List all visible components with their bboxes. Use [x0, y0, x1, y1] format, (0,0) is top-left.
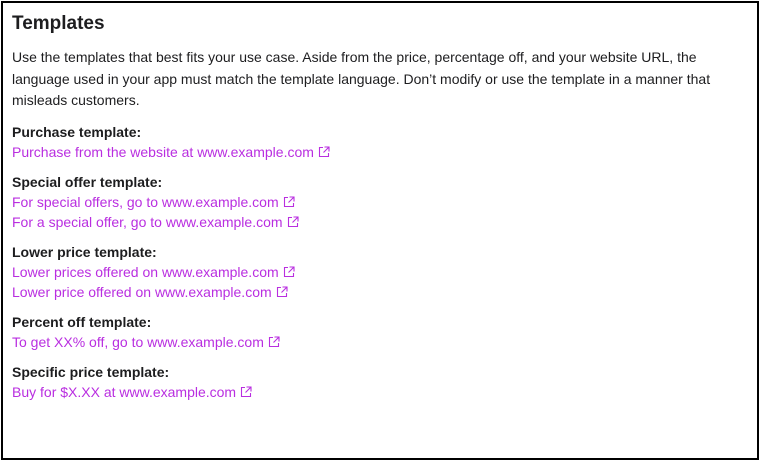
template-group-title: Specific price template: [12, 363, 170, 380]
template-link-label: To get XX% off, go to www.example.com [12, 333, 264, 350]
intro-paragraph: Use the templates that best fits your us… [12, 49, 711, 108]
external-link-icon [283, 265, 295, 278]
template-group-purchase: Purchase template: Purchase from the web… [12, 122, 757, 162]
template-link[interactable]: For special offers, go to www.example.co… [12, 192, 757, 212]
template-group-percent-off: Percent off template: To get XX% off, go… [12, 312, 757, 352]
template-link[interactable]: Buy for $X.XX at www.example.com [12, 382, 757, 402]
template-group-title: Purchase template: [12, 123, 142, 140]
external-link-icon [318, 145, 330, 158]
template-link-label: Buy for $X.XX at www.example.com [12, 383, 237, 400]
external-link-icon [240, 385, 252, 398]
template-link-label: Lower prices offered on www.example.com [12, 263, 279, 280]
page-title: Templates [12, 13, 105, 34]
external-link-icon [268, 335, 280, 348]
external-link-icon [283, 195, 295, 208]
template-link-label: Lower price offered on www.example.com [12, 283, 272, 300]
template-link[interactable]: For a special offer, go to www.example.c… [12, 212, 757, 232]
template-group-special-offer: Special offer template: For special offe… [12, 172, 757, 232]
template-group-title: Lower price template: [12, 243, 157, 260]
template-link-label: For a special offer, go to www.example.c… [12, 213, 283, 230]
template-link[interactable]: To get XX% off, go to www.example.com [12, 332, 757, 352]
template-link[interactable]: Lower price offered on www.example.com [12, 282, 757, 302]
template-group-title: Special offer template: [12, 173, 163, 190]
template-group-lower-price: Lower price template: Lower prices offer… [12, 242, 757, 302]
templates-panel: Templates Use the templates that best fi… [1, 1, 759, 460]
template-group-title: Percent off template: [12, 313, 152, 330]
template-link[interactable]: Lower prices offered on www.example.com [12, 262, 757, 282]
template-group-specific-price: Specific price template: Buy for $X.XX a… [12, 362, 757, 402]
external-link-icon [276, 285, 288, 298]
template-link[interactable]: Purchase from the website at www.example… [12, 142, 757, 162]
external-link-icon [287, 215, 299, 228]
templates-content: Templates Use the templates that best fi… [3, 3, 757, 402]
template-link-label: Purchase from the website at www.example… [12, 143, 314, 160]
template-link-label: For special offers, go to www.example.co… [12, 193, 279, 210]
